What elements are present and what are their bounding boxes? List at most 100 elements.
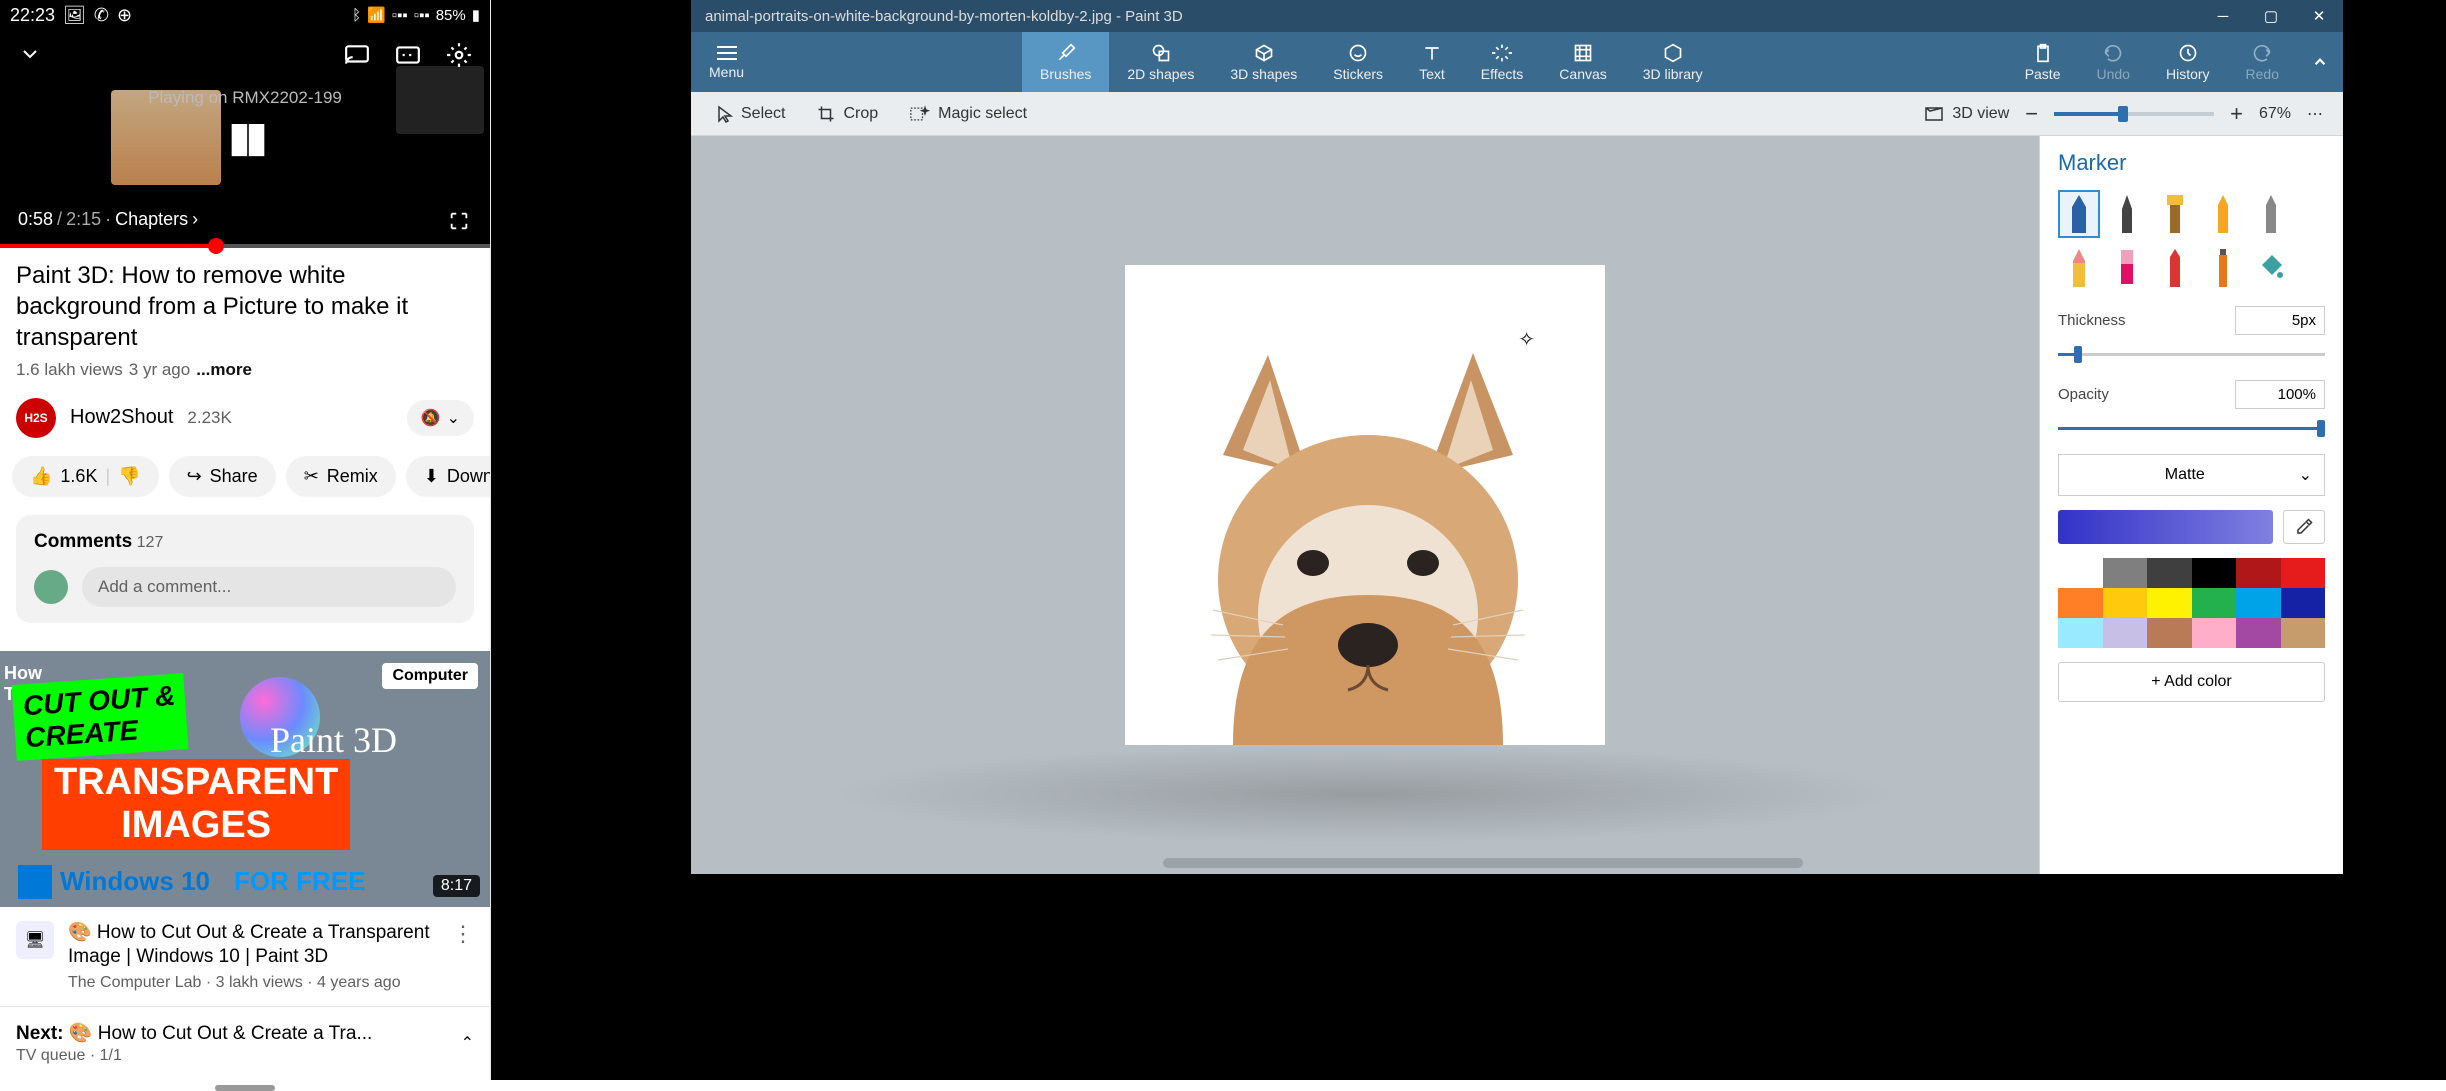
finish-select[interactable]: Matte ⌄ [2058, 454, 2325, 496]
color-swatch[interactable] [2147, 558, 2192, 588]
brush-watercolor[interactable] [2202, 190, 2244, 238]
eyedropper-button[interactable] [2283, 510, 2325, 544]
more-icon[interactable]: ⋯ [2307, 104, 2323, 124]
menu-tab[interactable]: Menu [691, 32, 762, 92]
color-swatch[interactable] [2147, 618, 2192, 648]
comment-input[interactable]: Add a comment... [82, 567, 456, 607]
timeline[interactable]: 0:58 / 2:15 · Chapters › [18, 209, 198, 230]
history-button[interactable]: History [2148, 32, 2228, 92]
canvas-image[interactable]: ✧ [1125, 265, 1605, 745]
fullscreen-icon[interactable] [448, 210, 470, 232]
collapse-ribbon-button[interactable] [2297, 32, 2343, 92]
paint3d-window: animal-portraits-on-white-background-by-… [691, 0, 2343, 874]
brush-marker[interactable] [2058, 190, 2100, 238]
up-next-bar[interactable]: Next: 🎨 How to Cut Out & Create a Tra...… [0, 1006, 490, 1079]
more-link[interactable]: ...more [196, 360, 252, 380]
close-button[interactable]: ✕ [2295, 0, 2343, 32]
share-button[interactable]: ↪ Share [169, 456, 276, 497]
3d-library-tab[interactable]: 3D library [1625, 32, 1721, 92]
text-tab[interactable]: Text [1401, 32, 1463, 92]
zoom-in-button[interactable]: + [2230, 101, 2243, 127]
paste-button[interactable]: Paste [2007, 32, 2079, 92]
color-swatch[interactable] [2281, 558, 2326, 588]
comments-box[interactable]: Comments 127 Add a comment... [16, 515, 474, 623]
color-swatch[interactable] [2281, 588, 2326, 618]
stickers-tab[interactable]: Stickers [1315, 32, 1401, 92]
undo-button[interactable]: Undo [2079, 32, 2148, 92]
3d-view-toggle[interactable]: 3D view [1908, 99, 2025, 129]
canvas-area[interactable]: ✧ [691, 136, 2039, 874]
color-swatch[interactable] [2192, 618, 2237, 648]
canvas-tab[interactable]: Canvas [1541, 32, 1624, 92]
channel-name[interactable]: How2Shout [70, 406, 173, 429]
color-swatch[interactable] [2147, 588, 2192, 618]
chapters-link[interactable]: Chapters [115, 209, 188, 230]
select-tool[interactable]: Select [701, 99, 801, 129]
thumbs-down-icon[interactable]: 👎 [118, 466, 140, 487]
effects-tab[interactable]: Effects [1463, 32, 1542, 92]
opacity-slider[interactable] [2058, 427, 2325, 430]
minimize-button[interactable]: ─ [2199, 0, 2247, 32]
captions-icon[interactable] [395, 42, 421, 68]
thickness-input[interactable] [2235, 306, 2325, 335]
related-thumbnail[interactable]: How To Computer CUT OUT & CREATE Paint 3… [0, 651, 490, 907]
more-menu-icon[interactable]: ⋮ [452, 921, 474, 992]
related-video[interactable]: How To Computer CUT OUT & CREATE Paint 3… [0, 651, 490, 1006]
related-title[interactable]: 🎨 How to Cut Out & Create a Transparent … [68, 921, 438, 970]
remix-button[interactable]: ✂ Remix [286, 456, 396, 497]
color-swatch[interactable] [2058, 588, 2103, 618]
progress-bar[interactable] [0, 244, 490, 248]
add-color-button[interactable]: + Add color [2058, 662, 2325, 702]
gear-icon[interactable] [446, 42, 472, 68]
paste-label: Paste [2025, 66, 2061, 82]
thickness-slider[interactable] [2058, 353, 2325, 356]
cast-icon[interactable] [344, 42, 370, 68]
color-swatch[interactable] [2058, 558, 2103, 588]
brush-crayon[interactable] [2154, 244, 2196, 292]
opacity-input[interactable] [2235, 380, 2325, 409]
color-swatch[interactable] [2192, 588, 2237, 618]
color-swatch[interactable] [2103, 618, 2148, 648]
chevron-up-icon[interactable]: ⌃ [461, 1033, 474, 1053]
brushes-tab[interactable]: Brushes [1022, 32, 1109, 92]
2d-shapes-tab[interactable]: 2D shapes [1109, 32, 1212, 92]
video-title[interactable]: Paint 3D: How to remove white background… [0, 248, 490, 360]
pause-button[interactable]: ▮▮ [228, 112, 262, 161]
brush-fill[interactable] [2250, 244, 2292, 292]
like-count: 1.6K [60, 466, 97, 487]
brush-pencil[interactable] [2250, 190, 2292, 238]
brush-pixel[interactable] [2058, 244, 2100, 292]
color-swatch[interactable] [2236, 588, 2281, 618]
ribbon: Menu Brushes 2D shapes 3D shapes Sticker… [691, 32, 2343, 92]
brush-spray[interactable] [2202, 244, 2244, 292]
download-button[interactable]: ⬇ Downloa [406, 456, 490, 497]
brush-calligraphy[interactable] [2106, 190, 2148, 238]
zoom-slider[interactable] [2054, 112, 2214, 116]
magic-select-tool[interactable]: Magic select [894, 99, 1043, 129]
color-swatch[interactable] [2103, 588, 2148, 618]
color-swatch[interactable] [2236, 558, 2281, 588]
notify-button[interactable]: 🔕 ⌄ [407, 400, 474, 436]
color-swatch[interactable] [2192, 558, 2237, 588]
chevron-down-icon[interactable] [18, 42, 42, 68]
crop-tool[interactable]: Crop [801, 99, 894, 129]
zoom-out-button[interactable]: − [2025, 101, 2038, 127]
share-label: Share [210, 466, 258, 487]
color-swatch[interactable] [2236, 618, 2281, 648]
bluetooth-icon: ᛒ [352, 7, 361, 24]
maximize-button[interactable]: ▢ [2247, 0, 2295, 32]
color-swatch[interactable] [2058, 618, 2103, 648]
channel-avatar[interactable]: H2S [16, 398, 56, 438]
drag-handle[interactable] [215, 1085, 275, 1091]
3d-shapes-tab[interactable]: 3D shapes [1212, 32, 1315, 92]
color-swatch[interactable] [2281, 618, 2326, 648]
current-color[interactable] [2058, 510, 2273, 544]
redo-button[interactable]: Redo [2228, 32, 2297, 92]
action-row: 👍 1.6K | 👎 ↪ Share ✂ Remix ⬇ Downloa [0, 456, 490, 515]
brush-oil[interactable] [2154, 190, 2196, 238]
like-button[interactable]: 👍 1.6K | 👎 [12, 456, 159, 497]
horizontal-scrollbar[interactable] [1163, 858, 1803, 868]
brush-eraser[interactable] [2106, 244, 2148, 292]
video-player[interactable]: Playing on RMX2202-199 ▮▮ 0:58 / 2:15 · … [0, 30, 490, 248]
color-swatch[interactable] [2103, 558, 2148, 588]
